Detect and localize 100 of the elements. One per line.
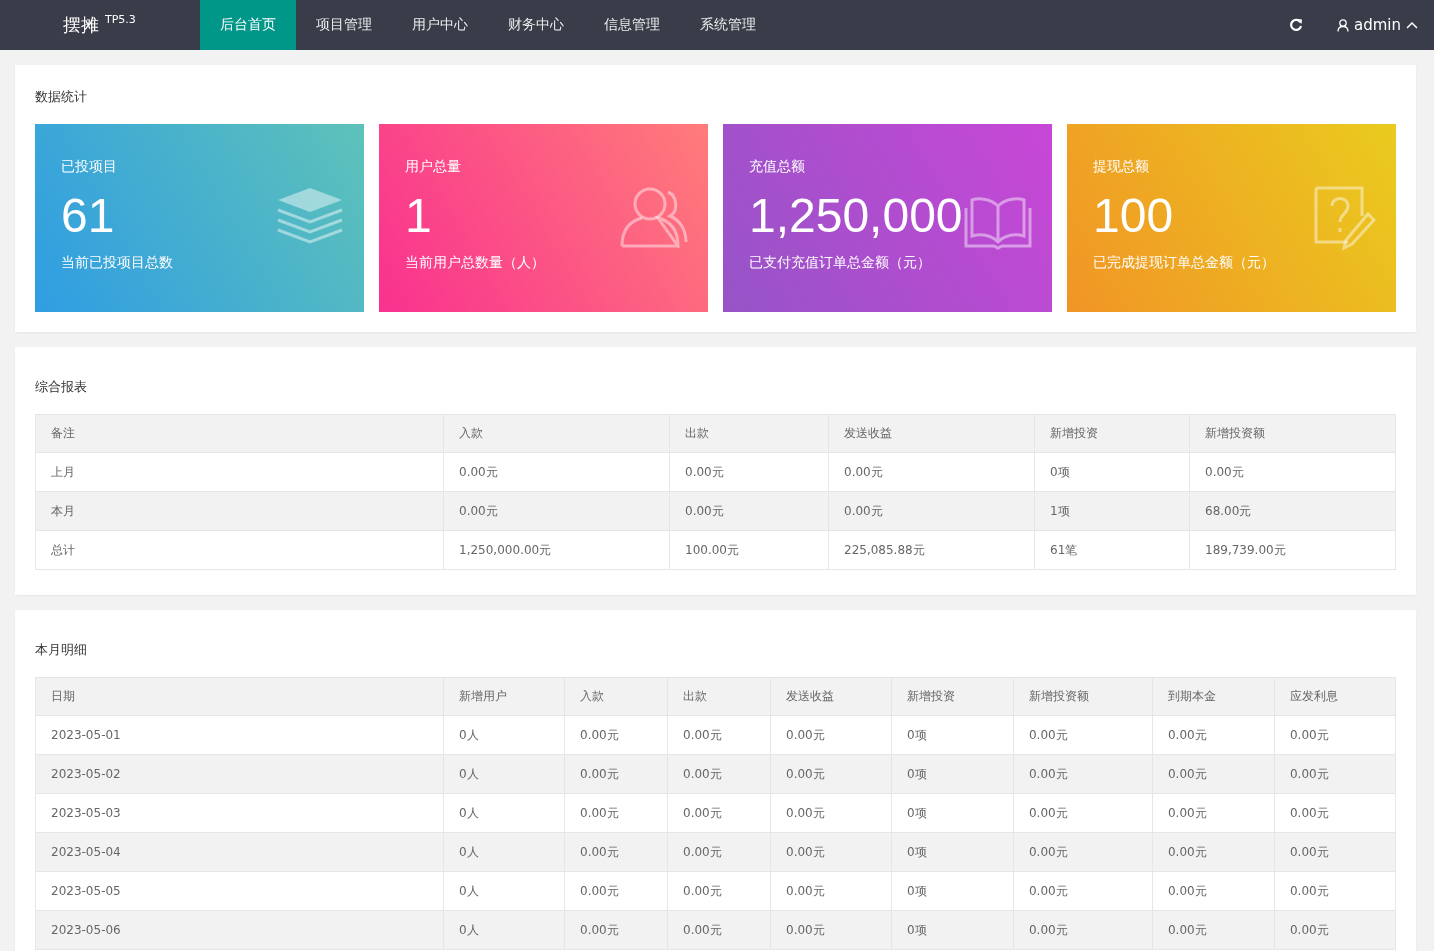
table-cell: 0.00元 — [1152, 910, 1275, 950]
table-cell: 0.00元 — [1274, 754, 1396, 794]
table-cell: 0.00元 — [564, 754, 668, 794]
table-cell: 68.00元 — [1189, 491, 1396, 531]
table-cell: 0.00元 — [1013, 715, 1153, 755]
column-header: 出款 — [667, 677, 771, 716]
table-cell: 0.00元 — [669, 452, 829, 492]
table-cell: 0项 — [891, 793, 1014, 833]
table-cell: 0.00元 — [564, 832, 668, 872]
table-cell: 0人 — [443, 793, 565, 833]
column-header: 应发利息 — [1274, 677, 1396, 716]
logo-text: 摆摊 — [63, 13, 99, 37]
table-cell: 0.00元 — [564, 715, 668, 755]
nav-tab[interactable]: 系统管理 — [680, 0, 776, 50]
panel-title: 数据统计 — [35, 88, 88, 106]
table-cell: 0.00元 — [1274, 715, 1396, 755]
table-cell: 0.00元 — [443, 452, 670, 492]
table-cell: 61笔 — [1034, 530, 1190, 570]
stat-label: 用户总量 — [405, 158, 462, 176]
table-cell: 总计 — [35, 530, 444, 570]
table-cell: 0.00元 — [667, 871, 771, 911]
table-cell: 0.00元 — [1013, 910, 1153, 950]
table-cell: 1,250,000.00元 — [443, 530, 670, 570]
stat-value: 100 — [1093, 188, 1174, 244]
nav-tab[interactable]: 信息管理 — [584, 0, 680, 50]
column-header: 日期 — [35, 677, 444, 716]
table-cell: 0.00元 — [770, 910, 892, 950]
table-cell: 225,085.88元 — [828, 530, 1035, 570]
table-cell: 0.00元 — [1274, 871, 1396, 911]
table-cell: 0.00元 — [828, 452, 1035, 492]
table-cell: 0项 — [891, 910, 1014, 950]
table-cell: 2023-05-06 — [35, 910, 444, 950]
column-header: 新增投资 — [891, 677, 1014, 716]
table-cell: 0.00元 — [443, 491, 670, 531]
version-label: TP5.3 — [105, 13, 136, 26]
book-icon — [964, 194, 1032, 250]
column-header: 入款 — [443, 414, 670, 453]
table-cell: 0.00元 — [1189, 452, 1396, 492]
table-cell: 0人 — [443, 715, 565, 755]
table-cell: 0.00元 — [1152, 754, 1275, 794]
table-cell: 0.00元 — [669, 491, 829, 531]
column-header: 备注 — [35, 414, 444, 453]
table-cell: 189,739.00元 — [1189, 530, 1396, 570]
table-cell: 0人 — [443, 871, 565, 911]
stat-label: 提现总额 — [1093, 158, 1150, 176]
stat-note: 已支付充值订单总金额（元） — [749, 254, 932, 272]
table-cell: 2023-05-02 — [35, 754, 444, 794]
table-cell: 0人 — [443, 832, 565, 872]
stat-value: 1 — [405, 188, 432, 244]
nav-tab[interactable]: 后台首页 — [200, 0, 296, 50]
column-header: 发送收益 — [828, 414, 1035, 453]
table-cell: 0.00元 — [1152, 871, 1275, 911]
table-cell: 0.00元 — [1013, 793, 1153, 833]
table-cell: 0.00元 — [564, 871, 668, 911]
table-cell: 0.00元 — [770, 832, 892, 872]
table-cell: 0项 — [891, 871, 1014, 911]
nav-tab[interactable]: 财务中心 — [488, 0, 584, 50]
table-cell: 0项 — [891, 832, 1014, 872]
nav-tab[interactable]: 项目管理 — [296, 0, 392, 50]
table-cell: 0.00元 — [770, 793, 892, 833]
column-header: 到期本金 — [1152, 677, 1275, 716]
table-cell: 0.00元 — [770, 715, 892, 755]
panel-title: 本月明细 — [35, 641, 88, 659]
table-cell: 0.00元 — [564, 910, 668, 950]
stat-value: 1,250,000 — [749, 188, 963, 244]
table-cell: 0.00元 — [1274, 793, 1396, 833]
table-cell: 本月 — [35, 491, 444, 531]
column-header: 入款 — [564, 677, 668, 716]
table-cell: 上月 — [35, 452, 444, 492]
table-cell: 0.00元 — [667, 754, 771, 794]
stat-note: 当前用户总数量（人） — [405, 254, 546, 272]
chevron-up-icon — [1406, 21, 1418, 29]
table-cell: 2023-05-04 — [35, 832, 444, 872]
table-cell: 2023-05-01 — [35, 715, 444, 755]
users-icon — [620, 186, 688, 248]
column-header: 发送收益 — [770, 677, 892, 716]
table-cell: 0.00元 — [667, 910, 771, 950]
stat-note: 已完成提现订单总金额（元） — [1093, 254, 1276, 272]
table-cell: 0.00元 — [770, 871, 892, 911]
table-cell: 0.00元 — [1013, 871, 1153, 911]
column-header: 新增用户 — [443, 677, 565, 716]
table-cell: 0.00元 — [1152, 832, 1275, 872]
table-cell: 1项 — [1034, 491, 1190, 531]
table-cell: 0.00元 — [1274, 910, 1396, 950]
table-cell: 0.00元 — [1013, 832, 1153, 872]
table-cell: 0项 — [891, 715, 1014, 755]
table-cell: 0.00元 — [1274, 832, 1396, 872]
question-note-icon — [1312, 186, 1376, 252]
table-cell: 0人 — [443, 754, 565, 794]
table-cell: 0.00元 — [1013, 754, 1153, 794]
stat-label: 充值总额 — [749, 158, 806, 176]
stat-value: 61 — [61, 188, 115, 244]
table-cell: 0项 — [1034, 452, 1190, 492]
refresh-icon[interactable] — [1289, 18, 1303, 32]
table-cell: 0.00元 — [667, 793, 771, 833]
panel-title: 综合报表 — [35, 378, 88, 396]
nav-tab[interactable]: 用户中心 — [392, 0, 488, 50]
user-menu[interactable]: admin — [1337, 16, 1418, 34]
table-cell: 0.00元 — [828, 491, 1035, 531]
table-cell: 0项 — [891, 754, 1014, 794]
